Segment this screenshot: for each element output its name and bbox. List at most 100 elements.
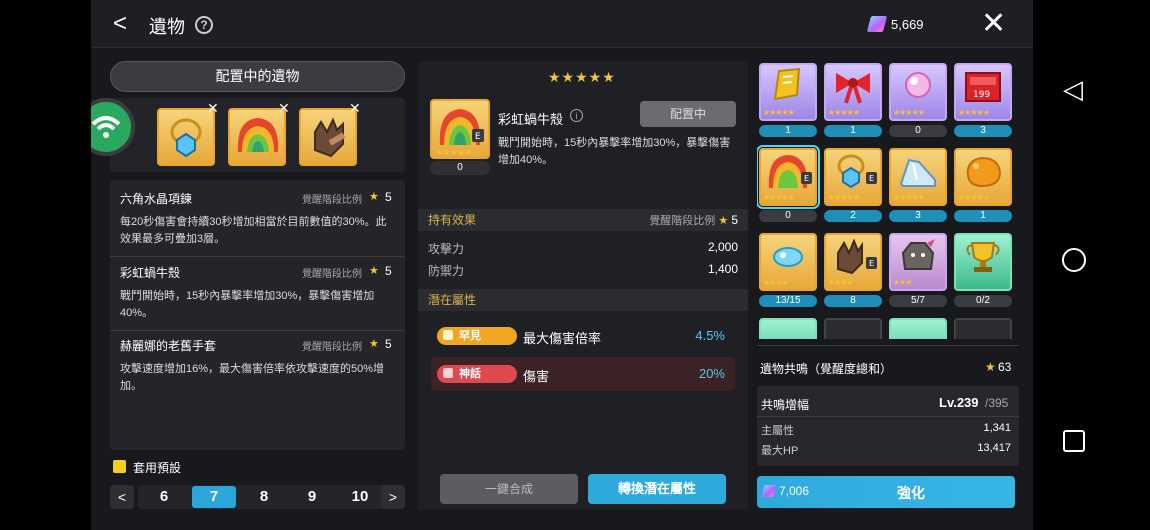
relic-card-11[interactable]: ★★★	[889, 233, 947, 291]
equipped-button[interactable]: 配置中	[640, 101, 736, 127]
potential-name-2: 傷害	[523, 369, 550, 384]
android-home-button[interactable]	[1062, 248, 1086, 272]
selected-relic-description: 戰鬥開始時，15秒內暴擊率增加30%，暴擊傷害增加40%。	[498, 137, 731, 166]
wifi-overlay-button[interactable]	[91, 98, 135, 156]
potential-value-2: 20%	[698, 366, 725, 381]
preset-pager: < 6 7 8 9 10 >	[110, 485, 405, 511]
relic-detail-panel: ★★★★★ E ★★★★★ 0 彩虹蝸牛殼 i 配置中 戰鬥開始時，15秒內暴擊率…	[418, 61, 748, 510]
relic-stars: ★★★★★	[763, 108, 795, 117]
relic-card-5-selected[interactable]: E ★★★★★	[757, 145, 820, 209]
relic-count-6: 2	[824, 210, 882, 222]
glass-slipper-icon	[899, 158, 936, 187]
relic-card-15[interactable]	[889, 318, 947, 339]
divider	[110, 256, 405, 257]
relic-count-4: 3	[954, 125, 1012, 137]
relic-card-2[interactable]: ★★★★★	[824, 63, 882, 121]
selected-relic-count: 0	[430, 161, 490, 175]
relic-grid: ★★★★★ 1 ★★★★★ 1 ★★★★★ 0 199 ★★★★★ 3 E ★★…	[757, 61, 1019, 339]
old-glove-icon: E	[837, 238, 877, 275]
relic-stars: ★★★★★	[893, 193, 925, 202]
relic-card-9[interactable]: ★★★★	[759, 233, 817, 291]
relic-stars: ★★★	[893, 278, 912, 287]
page-7-selected[interactable]: 7	[192, 486, 236, 508]
relic-card-6[interactable]: E ★★★★★	[824, 148, 882, 206]
red-box-icon: 199	[965, 72, 1001, 102]
unequip-glove-icon[interactable]: ✕	[349, 100, 361, 117]
divider	[110, 330, 405, 331]
prev-page-button[interactable]: <	[110, 485, 134, 509]
relic-card-14[interactable]	[824, 318, 882, 339]
potential-value-1: 4.5%	[695, 328, 725, 343]
grade-text: 神話	[459, 368, 481, 380]
auto-synthesize-button[interactable]: 一鍵合成	[440, 474, 578, 504]
enhance-button[interactable]: 7,006 強化	[757, 476, 1015, 508]
blue-candy-icon	[773, 247, 803, 267]
owned-effect-header: 持有效果 覺醒階段比例 ★ 5	[418, 209, 748, 231]
max-hp-label: 最大HP	[761, 445, 799, 457]
potential-row-1[interactable]: 罕見 最大傷害倍率 4.5%	[431, 319, 735, 353]
unequip-snail-shell-icon[interactable]: ✕	[278, 100, 290, 117]
android-nav-bar: ◁	[1033, 0, 1150, 530]
resonance-label: 遺物共鳴（覺醒度總和）	[760, 362, 893, 376]
page-title: 遺物	[149, 17, 185, 37]
relic-stars: ★★★★★	[958, 108, 990, 117]
android-recents-button[interactable]	[1063, 430, 1085, 452]
relic-stars: ★★★★	[828, 278, 854, 287]
equipped-relics-header: 配置中的遺物	[110, 61, 405, 92]
stat-attack-label: 攻擊力	[428, 242, 465, 256]
page-9[interactable]: 9	[290, 486, 334, 508]
page-10[interactable]: 10	[338, 486, 382, 508]
android-back-button[interactable]: ◁	[1063, 74, 1083, 105]
relic-stars: ★★★★★	[828, 193, 860, 202]
desc-rate-label-1: 覺醒階段比例	[302, 195, 362, 206]
page-6[interactable]: 6	[142, 486, 186, 508]
close-button[interactable]: ✕	[981, 6, 1006, 41]
relic-count-2: 1	[824, 125, 882, 137]
relic-card-3[interactable]: ★★★★★	[889, 63, 947, 121]
relic-card-7[interactable]: ★★★★★	[889, 148, 947, 206]
relic-card-4[interactable]: 199 ★★★★★	[954, 63, 1012, 121]
back-button[interactable]: <	[113, 10, 127, 38]
page-8[interactable]: 8	[242, 486, 286, 508]
relic-card-10[interactable]: E ★★★★	[824, 233, 882, 291]
stat-defense-value: 1,400	[707, 262, 738, 276]
relic-stars: ★★★★★	[828, 108, 860, 117]
relic-card-12[interactable]	[954, 233, 1012, 291]
relic-card-8[interactable]: ★★★★★	[954, 148, 1012, 206]
equipped-descriptions: 六角水晶項鍊 覺醒階段比例 ★ 5 每20秒傷害會持續30秒增加相當於目前數值的…	[110, 180, 405, 450]
svg-text:199: 199	[973, 90, 990, 100]
desc-name-3: 赫麗娜的老舊手套	[120, 339, 217, 353]
relic-card-16[interactable]	[954, 318, 1012, 339]
next-page-button[interactable]: >	[381, 485, 405, 509]
help-icon[interactable]: ?	[195, 16, 213, 34]
star-icon: ★	[369, 338, 379, 350]
grade-badge-rare: 罕見	[437, 327, 517, 345]
unequip-necklace-icon[interactable]: ✕	[207, 100, 219, 117]
svg-text:E: E	[869, 174, 874, 183]
rainbow-snail-shell-icon: E	[768, 155, 812, 188]
selected-relic-icon: E ★★★★★	[430, 99, 490, 159]
svg-text:E: E	[475, 132, 481, 142]
rainbow-snail-shell-icon: E★★★★★	[436, 109, 484, 157]
main-stat-label: 主屬性	[761, 425, 794, 437]
relic-card-13[interactable]	[759, 318, 817, 339]
relic-count-10: 8	[824, 295, 882, 307]
preset-label: 套用預設	[133, 461, 182, 475]
svg-text:★★★★★: ★★★★★	[436, 148, 472, 157]
gold-trophy-icon	[966, 242, 1000, 272]
page-numbers: 6 7 8 9 10	[138, 485, 392, 509]
old-glove-icon	[314, 117, 346, 158]
hexagon-necklace-icon	[170, 118, 202, 158]
divider	[757, 416, 1019, 417]
desc-rate-label-2: 覺醒階段比例	[302, 269, 362, 280]
info-icon[interactable]: i	[570, 109, 583, 122]
convert-potential-button[interactable]: 轉換潛在屬性	[588, 474, 726, 504]
red-bow-icon	[836, 73, 870, 104]
preset-checkbox[interactable]	[113, 460, 126, 473]
awakening-rate: 覺醒階段比例 ★ 5	[649, 209, 738, 232]
relic-card-1[interactable]: ★★★★★	[759, 63, 817, 121]
main-stat-value: 1,341	[983, 422, 1011, 434]
max-hp-value: 13,417	[977, 442, 1011, 454]
desc-text-3: 攻擊速度增加16%，最大傷害倍率依攻擊速度的50%增加。	[120, 363, 385, 392]
potential-row-2[interactable]: 神話 傷害 20%	[431, 357, 735, 391]
